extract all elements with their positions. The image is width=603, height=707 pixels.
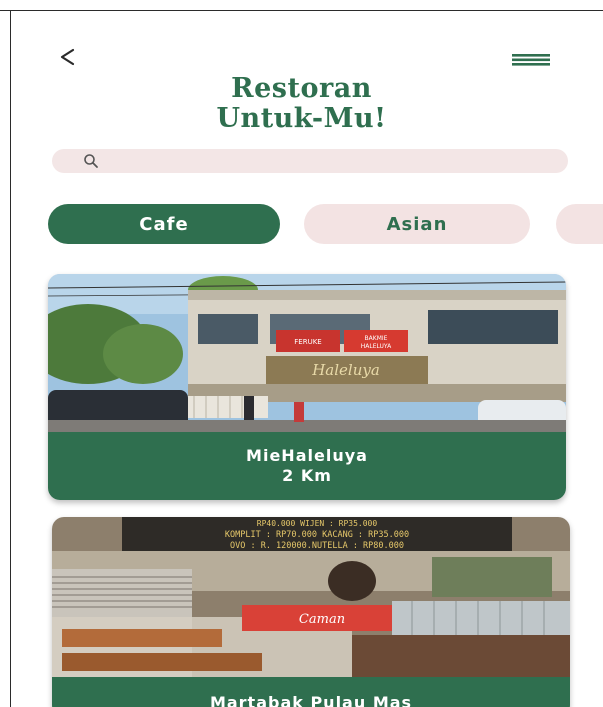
back-button[interactable] [52, 42, 82, 72]
hamburger-menu-icon [512, 54, 550, 66]
shop-banner: Haleluya [311, 361, 380, 379]
category-chip-label: Asian [386, 213, 448, 235]
svg-text:HALELUYA: HALELUYA [361, 343, 392, 350]
menu-button[interactable] [508, 46, 554, 72]
svg-text:BAKMIE: BAKMIE [365, 335, 388, 342]
search-input[interactable] [108, 149, 552, 173]
frame-edge-top [0, 10, 603, 11]
app-screen: Restoran Untuk-Mu! Cafe Asian FERUKE BAK… [0, 0, 603, 707]
category-chip-partial[interactable] [556, 204, 603, 244]
restaurant-info: MieHaleluya 2 Km [48, 432, 566, 500]
title-line-2: Untuk-Mu! [216, 103, 387, 134]
search-icon [82, 152, 100, 170]
restaurant-name: MieHaleluya [246, 446, 368, 465]
category-chip-asian[interactable]: Asian [304, 204, 530, 244]
title-line-1: Restoran [231, 73, 372, 104]
restaurant-name: Martabak Pulau Mas [209, 693, 413, 707]
restaurant-photo: RP40.000 WIJEN : RP35.000 KOMPLIT : RP70… [52, 517, 570, 677]
menu-board-line-1: KOMPLIT : RP70.000 KACANG : RP35.000 [225, 530, 409, 540]
category-chip-cafe[interactable]: Cafe [48, 204, 280, 244]
menu-board-line-2: OVO : R. 120000.NUTELLA : RP80.000 [230, 541, 404, 551]
category-chip-label: Cafe [139, 213, 189, 235]
can-label: Caman [299, 612, 345, 627]
shop-sign-left: FERUKE [294, 338, 321, 346]
restaurant-distance: 2 Km [282, 466, 332, 485]
chevron-left-icon [60, 48, 75, 66]
menu-board-line-0: RP40.000 WIJEN : RP35.000 [257, 519, 378, 528]
search-bar[interactable] [52, 149, 568, 173]
restaurant-card[interactable]: RP40.000 WIJEN : RP35.000 KOMPLIT : RP70… [52, 517, 570, 707]
restaurant-photo: FERUKE BAKMIE HALELUYA Haleluya [48, 274, 566, 432]
restaurant-card[interactable]: FERUKE BAKMIE HALELUYA Haleluya MieHalel… [48, 274, 566, 500]
page-title: Restoran Untuk-Mu! [0, 74, 603, 134]
restaurant-info: Martabak Pulau Mas [52, 677, 570, 707]
